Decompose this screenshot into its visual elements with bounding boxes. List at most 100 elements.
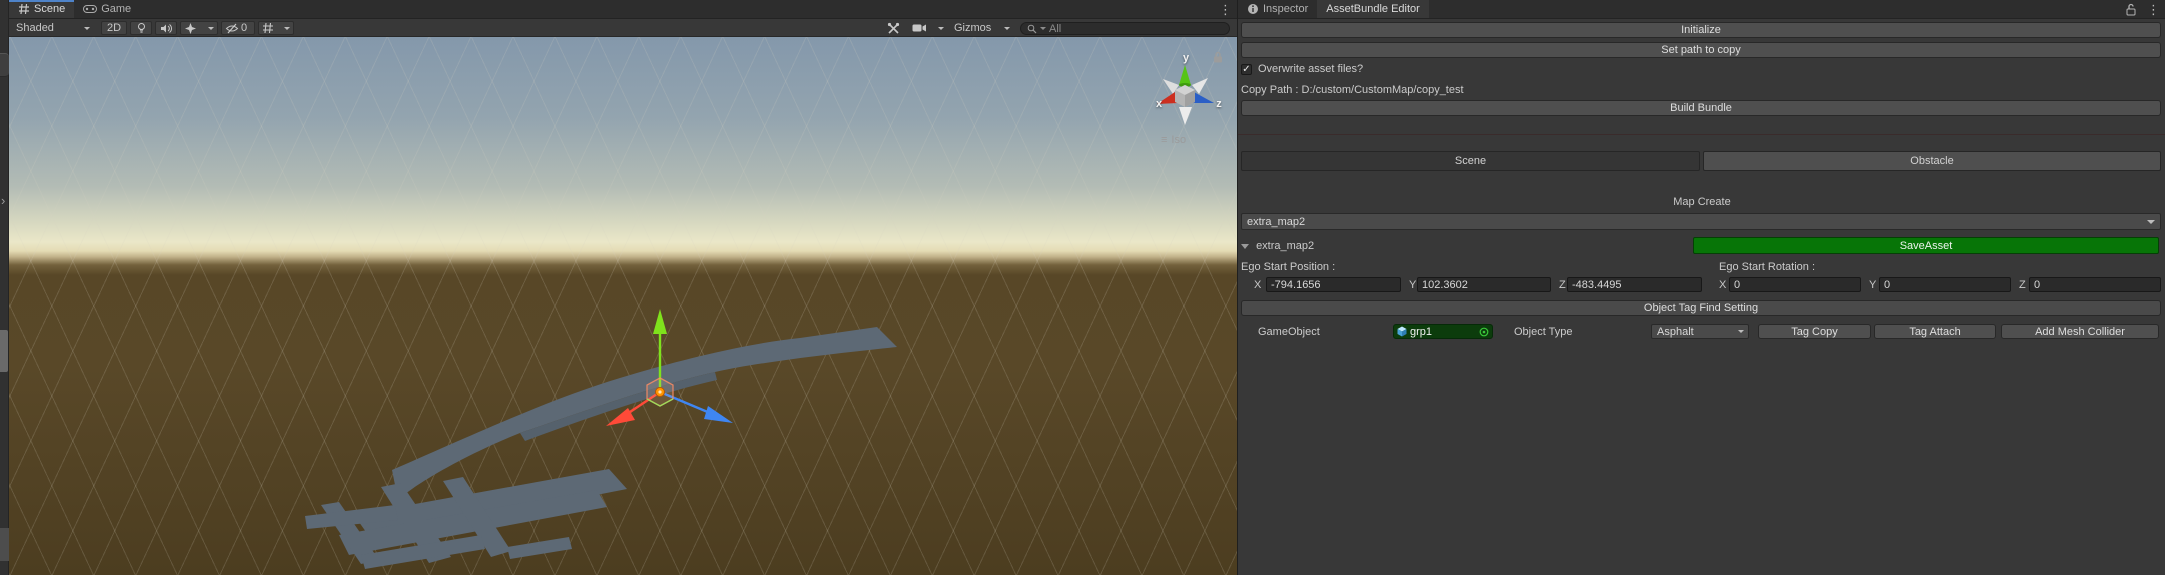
scene-viewport[interactable]: y x z ≡ Iso (9, 37, 1237, 575)
set-path-label: Set path to copy (1661, 44, 1741, 56)
gizmo-axis-y-label[interactable]: y (1183, 52, 1189, 64)
lightbulb-icon (136, 22, 147, 34)
map-foldout-label: extra_map2 (1256, 240, 1314, 252)
tab-game[interactable]: Game (74, 0, 140, 18)
chevron-down-icon (208, 27, 214, 30)
mode-tab-scene-label: Scene (1455, 155, 1486, 167)
scene-tools-button[interactable] (881, 21, 905, 35)
gameobject-object-field[interactable]: grp1 (1393, 324, 1493, 339)
initialize-button[interactable]: Initialize (1241, 22, 2161, 38)
scene-search-input[interactable]: All (1020, 22, 1230, 35)
rot-y-input[interactable] (1879, 277, 2011, 292)
gizmo-axis-x-label[interactable]: x (1156, 98, 1162, 110)
gizmos-label: Gizmos (952, 22, 991, 34)
section-divider (1238, 134, 2165, 135)
object-tag-setting-label: Object Tag Find Setting (1644, 302, 1758, 314)
build-bundle-button[interactable]: Build Bundle (1241, 100, 2161, 116)
mode-tab-obstacle[interactable]: Obstacle (1703, 151, 2161, 171)
object-type-label: Object Type (1514, 326, 1573, 338)
save-asset-button[interactable]: SaveAsset (1693, 237, 2159, 254)
rot-x-input[interactable] (1729, 277, 1861, 292)
chevron-down-icon (84, 27, 90, 30)
object-type-dropdown[interactable]: Asphalt (1651, 324, 1749, 339)
wrench-tools-icon (887, 22, 900, 35)
scene-toolbar: Shaded 2D (9, 19, 1237, 37)
scene-visibility-button[interactable]: 0 (221, 21, 255, 35)
orientation-gizmo (1157, 65, 1214, 125)
pos-x-input[interactable] (1266, 277, 1401, 292)
scene-audio-button[interactable] (155, 21, 177, 35)
pos-z-axis-label: Z (1559, 279, 1566, 291)
camera-icon (912, 23, 927, 33)
inspector-menu-icon[interactable]: ⋮ (2147, 1, 2159, 18)
projection-toggle[interactable]: ≡ Iso (1161, 134, 1186, 146)
initialize-label: Initialize (1681, 24, 1721, 36)
shading-mode-dropdown[interactable]: Shaded (11, 21, 95, 35)
tag-copy-label: Tag Copy (1791, 326, 1837, 338)
pos-z-input[interactable] (1567, 277, 1702, 292)
tab-assetbundle-editor[interactable]: AssetBundle Editor (1317, 0, 1429, 18)
tab-scene[interactable]: Scene (9, 0, 74, 18)
unity-editor: › Scene Game ⋮ Shaded (0, 0, 2165, 575)
eye-off-icon (225, 23, 239, 34)
gameobject-label: GameObject (1258, 326, 1320, 338)
pos-y-input[interactable] (1417, 277, 1551, 292)
add-mesh-collider-label: Add Mesh Collider (2035, 326, 2125, 338)
scene-lighting-button[interactable] (130, 21, 152, 35)
foldout-triangle-icon (1241, 244, 1249, 249)
map-foldout[interactable]: extra_map2 (1241, 240, 1314, 252)
tag-copy-button[interactable]: Tag Copy (1758, 324, 1871, 339)
map-select-dropdown[interactable]: extra_map2 (1241, 213, 2161, 230)
scene-tabbar: Scene Game ⋮ (9, 0, 1237, 19)
scene-effects-dropdown[interactable] (180, 21, 218, 35)
map-create-heading: Map Create (1238, 196, 2165, 208)
overwrite-label: Overwrite asset files? (1258, 63, 1363, 75)
projection-label: Iso (1171, 134, 1186, 146)
gamepad-icon (83, 4, 97, 14)
tab-inspector-label: Inspector (1263, 3, 1308, 15)
chevron-down-icon (1004, 27, 1010, 30)
rot-z-axis-label: Z (2019, 279, 2026, 291)
set-path-button[interactable]: Set path to copy (1241, 42, 2161, 58)
tab-inspector[interactable]: Inspector (1238, 0, 1317, 18)
overwrite-checkbox[interactable]: ✓ (1241, 64, 1252, 75)
chevron-right-icon: › (1, 194, 5, 207)
cube-icon (1397, 326, 1407, 337)
inspector-tabbar: Inspector AssetBundle Editor ⋮ (1238, 0, 2165, 19)
add-mesh-collider-button[interactable]: Add Mesh Collider (2001, 324, 2159, 339)
tag-attach-button[interactable]: Tag Attach (1874, 324, 1996, 339)
rot-z-input[interactable] (2029, 277, 2161, 292)
shading-mode-label: Shaded (12, 22, 54, 34)
gizmo-axis-z-label[interactable]: z (1216, 98, 1222, 110)
effects-star-icon (184, 22, 197, 35)
build-bundle-label: Build Bundle (1670, 102, 1732, 114)
scene-panel-menu-icon[interactable]: ⋮ (1219, 1, 1231, 18)
left-panel-item-fragment2 (0, 528, 9, 561)
scene-panel: Scene Game ⋮ Shaded 2D (9, 0, 1237, 575)
tab-game-label: Game (101, 3, 131, 15)
chevron-down-icon (284, 27, 290, 30)
mode-tab-obstacle-label: Obstacle (1910, 155, 1953, 167)
object-tag-setting-header[interactable]: Object Tag Find Setting (1241, 300, 2161, 316)
toggle-2d-label: 2D (107, 22, 121, 34)
object-picker-icon[interactable] (1479, 327, 1489, 337)
toggle-2d-button[interactable]: 2D (101, 21, 127, 35)
scene-search-text: All (1049, 23, 1061, 35)
ego-position-label: Ego Start Position : (1241, 261, 1335, 273)
scene-grid-dropdown[interactable] (258, 21, 294, 35)
copy-path-text: Copy Path : D:/custom/CustomMap/copy_tes… (1241, 84, 1464, 96)
left-panel-control-fragment (0, 53, 9, 77)
pos-y-axis-label: Y (1409, 279, 1416, 291)
tab-scene-label: Scene (34, 3, 65, 15)
gizmos-dropdown[interactable]: Gizmos (951, 21, 1013, 35)
left-panel-item-fragment (0, 330, 8, 372)
mode-tab-scene[interactable]: Scene (1241, 151, 1700, 171)
lock-icon[interactable] (1212, 51, 1224, 64)
scene-camera-dropdown[interactable] (909, 21, 947, 35)
hidden-count: 0 (241, 22, 247, 34)
scene-3d-content (9, 37, 1237, 575)
unlock-icon[interactable] (2125, 3, 2137, 16)
chevron-down-icon (2147, 220, 2155, 224)
speaker-icon (160, 23, 172, 34)
map-select-value: extra_map2 (1247, 216, 1305, 228)
